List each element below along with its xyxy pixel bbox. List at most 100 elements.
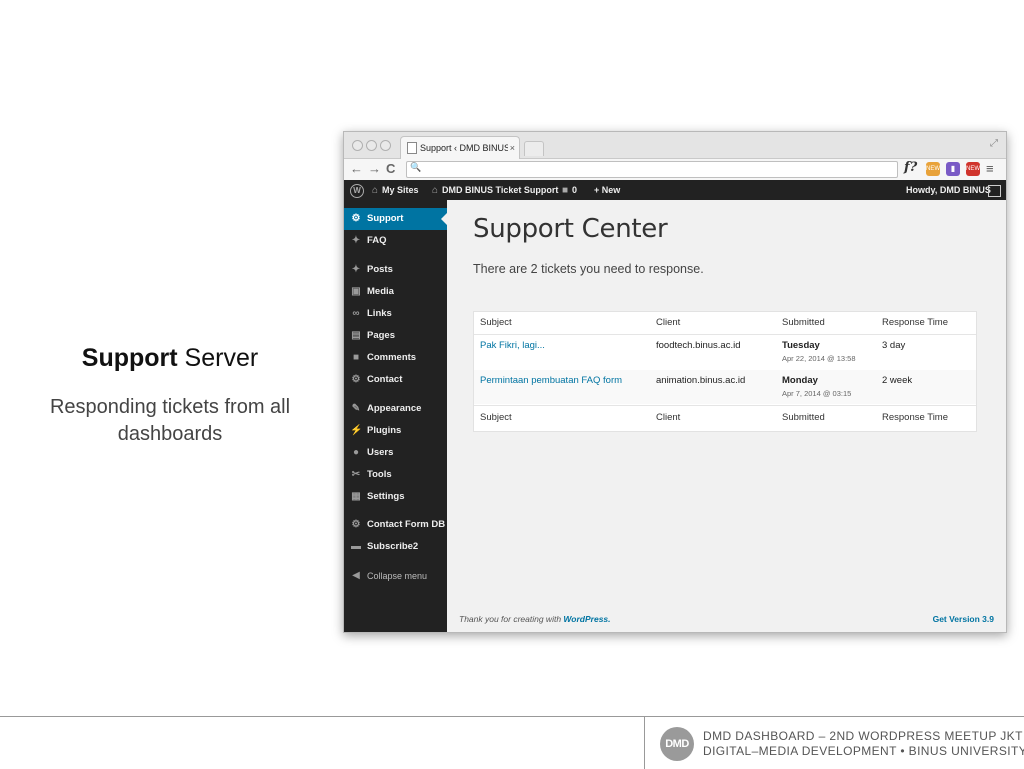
column-footer-submitted: Submitted	[782, 412, 825, 423]
sidebar-item-label: FAQ	[367, 235, 387, 246]
table-header: Subject Client Submitted Response Time	[474, 312, 976, 335]
ticket-response-time: 3 day	[882, 340, 906, 351]
sidebar-item-contact-form-db[interactable]: ⚙ Contact Form DB	[344, 514, 447, 536]
howdy-account-link[interactable]: Howdy, DMD BINUS	[906, 180, 991, 200]
slide-footer: DMD DMD Dashboard – 2nd WordPress Meetup…	[0, 716, 1024, 769]
my-sites-label: My Sites	[382, 185, 419, 195]
footer-line-2: Digital–Media Development • Binus Univer…	[703, 744, 1024, 758]
address-bar[interactable]: 🔍	[406, 161, 898, 178]
reload-icon[interactable]: C	[386, 161, 395, 176]
slide-title: Support Server	[30, 344, 310, 373]
column-header-response-time: Response Time	[882, 317, 949, 328]
plug-icon: ⚡	[350, 425, 363, 436]
sidebar-item-label: Links	[367, 308, 392, 319]
sidebar-item-users[interactable]: ● Users	[344, 442, 447, 464]
ticket-submitted: Tuesday Apr 22, 2014 @ 13:58	[782, 340, 856, 363]
collapse-menu-button[interactable]: ◀ Collapse menu	[344, 565, 447, 587]
column-footer-response-time: Response Time	[882, 412, 949, 423]
settings-icon: ▦	[351, 491, 361, 502]
get-version-link[interactable]: Get Version 3.9	[933, 614, 994, 624]
tab-close-icon[interactable]: ×	[510, 137, 515, 159]
ticket-subject-link[interactable]: Permintaan pembuatan FAQ form	[480, 375, 622, 386]
media-icon: ▣	[351, 286, 361, 297]
new-content-link[interactable]: + New	[594, 180, 620, 200]
user-icon: ●	[352, 447, 360, 458]
tab-title: Support ‹ DMD BINUS Ticke	[420, 143, 508, 153]
wordpress-logo-icon[interactable]: W	[350, 180, 364, 200]
sidebar-item-media[interactable]: ▣ Media	[344, 281, 447, 303]
sidebar-item-label: Posts	[367, 264, 393, 275]
wrench-icon: ✂	[351, 469, 361, 480]
back-icon[interactable]: ←	[350, 161, 363, 176]
house-icon: ⌂	[372, 185, 379, 196]
sidebar-item-settings[interactable]: ▦ Settings	[344, 486, 447, 508]
my-sites-link[interactable]: ⌂ My Sites	[372, 180, 419, 201]
column-footer-client: Client	[656, 412, 681, 423]
search-icon: 🔍	[410, 162, 422, 172]
window-close-dot[interactable]	[352, 140, 363, 151]
ticket-submitted: Monday Apr 7, 2014 @ 03:15	[782, 375, 851, 398]
home-icon: ⌂	[432, 185, 439, 196]
sidebar-item-subscribe2[interactable]: ▬ Subscribe2	[344, 536, 447, 558]
table-footer: Subject Client Submitted Response Time	[474, 405, 976, 428]
page-icon	[407, 142, 417, 154]
comment-icon: ■	[352, 352, 360, 363]
submitted-date: Apr 22, 2014 @ 13:58	[782, 354, 856, 363]
browser-tab[interactable]: Support ‹ DMD BINUS Ticke ×	[400, 136, 520, 159]
extension-badge-icon[interactable]: NEW	[966, 162, 980, 176]
browser-window: Support ‹ DMD BINUS Ticke × ⤢ ← → C 🔍 f?…	[343, 131, 1007, 633]
sidebar-item-label: Pages	[367, 330, 395, 341]
new-tab-button[interactable]	[524, 141, 544, 156]
sidebar-item-faq[interactable]: ✦ FAQ	[344, 230, 447, 252]
table-row: Pak Fikri, lagi... foodtech.binus.ac.id …	[474, 335, 976, 369]
sidebar-item-comments[interactable]: ■ Comments	[344, 347, 447, 369]
sidebar-item-tools[interactable]: ✂ Tools	[344, 464, 447, 486]
link-icon: ∞	[352, 308, 360, 319]
ticket-subject-link[interactable]: Pak Fikri, lagi...	[480, 340, 545, 351]
ticket-client: animation.binus.ac.id	[656, 375, 746, 386]
browser-menu-icon[interactable]: ≡	[986, 161, 994, 176]
sidebar-item-label: Support	[367, 213, 404, 224]
table-row: Permintaan pembuatan FAQ form animation.…	[474, 370, 976, 404]
pin-icon: ✦	[351, 235, 361, 246]
tickets-table: Subject Client Submitted Response Time P…	[473, 311, 977, 432]
collapse-icon: ◀	[352, 570, 360, 581]
gear-icon: ⚙	[351, 213, 361, 224]
forward-icon[interactable]: →	[368, 161, 381, 176]
admin-sidebar: ⚙ Support ✦ FAQ ✦ Posts ▣ Media ∞ Links ▤ Page…	[344, 200, 447, 632]
new-extension-icon[interactable]: NEW	[926, 162, 940, 176]
site-name-link[interactable]: ⌂ DMD BINUS Ticket Support	[432, 180, 558, 201]
ticket-response-time: 2 week	[882, 375, 913, 386]
window-minimize-dot[interactable]	[366, 140, 377, 151]
column-header-client: Client	[656, 317, 681, 328]
column-header-subject: Subject	[480, 317, 512, 328]
sidebar-item-label: Appearance	[367, 403, 422, 414]
footer-divider	[644, 717, 645, 769]
submitted-day: Monday	[782, 375, 818, 386]
sidebar-item-contact[interactable]: ⚙ Contact	[344, 369, 447, 391]
footer-line-1: DMD Dashboard – 2nd WordPress Meetup JKT	[703, 729, 1023, 743]
sidebar-item-appearance[interactable]: ✎ Appearance	[344, 398, 447, 420]
sidebar-item-posts[interactable]: ✦ Posts	[344, 259, 447, 281]
submitted-date: Apr 7, 2014 @ 03:15	[782, 389, 852, 398]
window-zoom-dot[interactable]	[380, 140, 391, 151]
sidebar-item-label: Users	[367, 447, 394, 458]
sidebar-item-plugins[interactable]: ⚡ Plugins	[344, 420, 447, 442]
mail-icon: ▬	[351, 541, 361, 552]
fullscreen-icon[interactable]: ⤢	[990, 138, 998, 149]
sidebar-item-label: Comments	[367, 352, 417, 363]
phone-extension-icon[interactable]: ▮	[946, 162, 960, 176]
comments-link[interactable]: ■ 0	[562, 180, 577, 201]
avatar[interactable]	[988, 180, 1001, 200]
comments-count: 0	[572, 185, 578, 195]
sidebar-item-label: Contact	[367, 374, 403, 385]
wp-admin-bar: W ⌂ My Sites ⌂ DMD BINUS Ticket Support ■ 0…	[344, 180, 1006, 200]
footer-text: DMD Dashboard – 2nd WordPress Meetup JKT…	[703, 729, 1024, 759]
formula-extension-icon[interactable]: f?	[904, 160, 917, 175]
sidebar-item-label: Tools	[367, 469, 392, 480]
sidebar-item-pages[interactable]: ▤ Pages	[344, 325, 447, 347]
wordpress-link[interactable]: WordPress.	[563, 614, 610, 624]
slide-title-bold: Support	[81, 344, 178, 372]
sidebar-item-support[interactable]: ⚙ Support	[344, 208, 447, 230]
sidebar-item-links[interactable]: ∞ Links	[344, 303, 447, 325]
